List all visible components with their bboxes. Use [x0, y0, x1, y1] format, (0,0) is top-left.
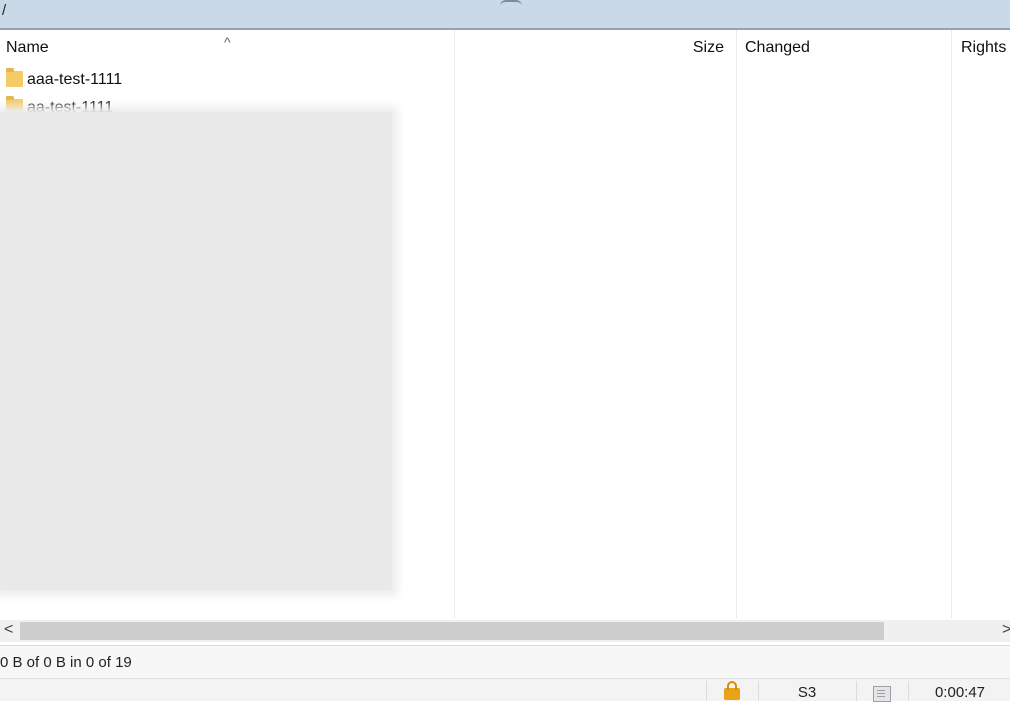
session-duration: 0:00:47 [908, 681, 1010, 701]
selection-summary: 0 B of 0 B in 0 of 19 [0, 654, 132, 671]
status-bar-selection: 0 B of 0 B in 0 of 19 [0, 645, 1010, 678]
path-bar[interactable]: / [0, 0, 1010, 30]
column-name-header[interactable]: Name ^ [6, 30, 452, 64]
horizontal-scrollbar[interactable]: < > [0, 620, 1010, 642]
current-path: / [2, 2, 7, 19]
file-name: aaa-test-1111 [27, 71, 123, 88]
status-bar-connection: S3 0:00:47 [0, 678, 1010, 702]
folder-icon [6, 68, 23, 87]
column-name-label: Name [6, 39, 49, 56]
redacted-file-list [0, 112, 392, 590]
column-header: Name ^ Size Changed Rights [0, 30, 1010, 64]
queue-status[interactable] [856, 681, 907, 702]
column-changed-header[interactable]: Changed [745, 30, 945, 64]
protocol-indicator[interactable]: S3 [758, 681, 855, 701]
scroll-right-icon[interactable]: > [1002, 621, 1010, 639]
path-bar-notch [500, 0, 522, 6]
column-divider [736, 30, 737, 618]
lock-icon [724, 681, 740, 700]
scrollbar-thumb[interactable] [20, 622, 884, 640]
column-divider [454, 30, 455, 618]
sort-ascending-icon: ^ [224, 34, 231, 50]
encryption-status[interactable] [706, 681, 757, 701]
scroll-left-icon[interactable]: < [4, 621, 13, 639]
column-divider [951, 30, 952, 618]
column-size-header[interactable]: Size [455, 30, 730, 64]
column-rights-header[interactable]: Rights [961, 30, 1010, 64]
